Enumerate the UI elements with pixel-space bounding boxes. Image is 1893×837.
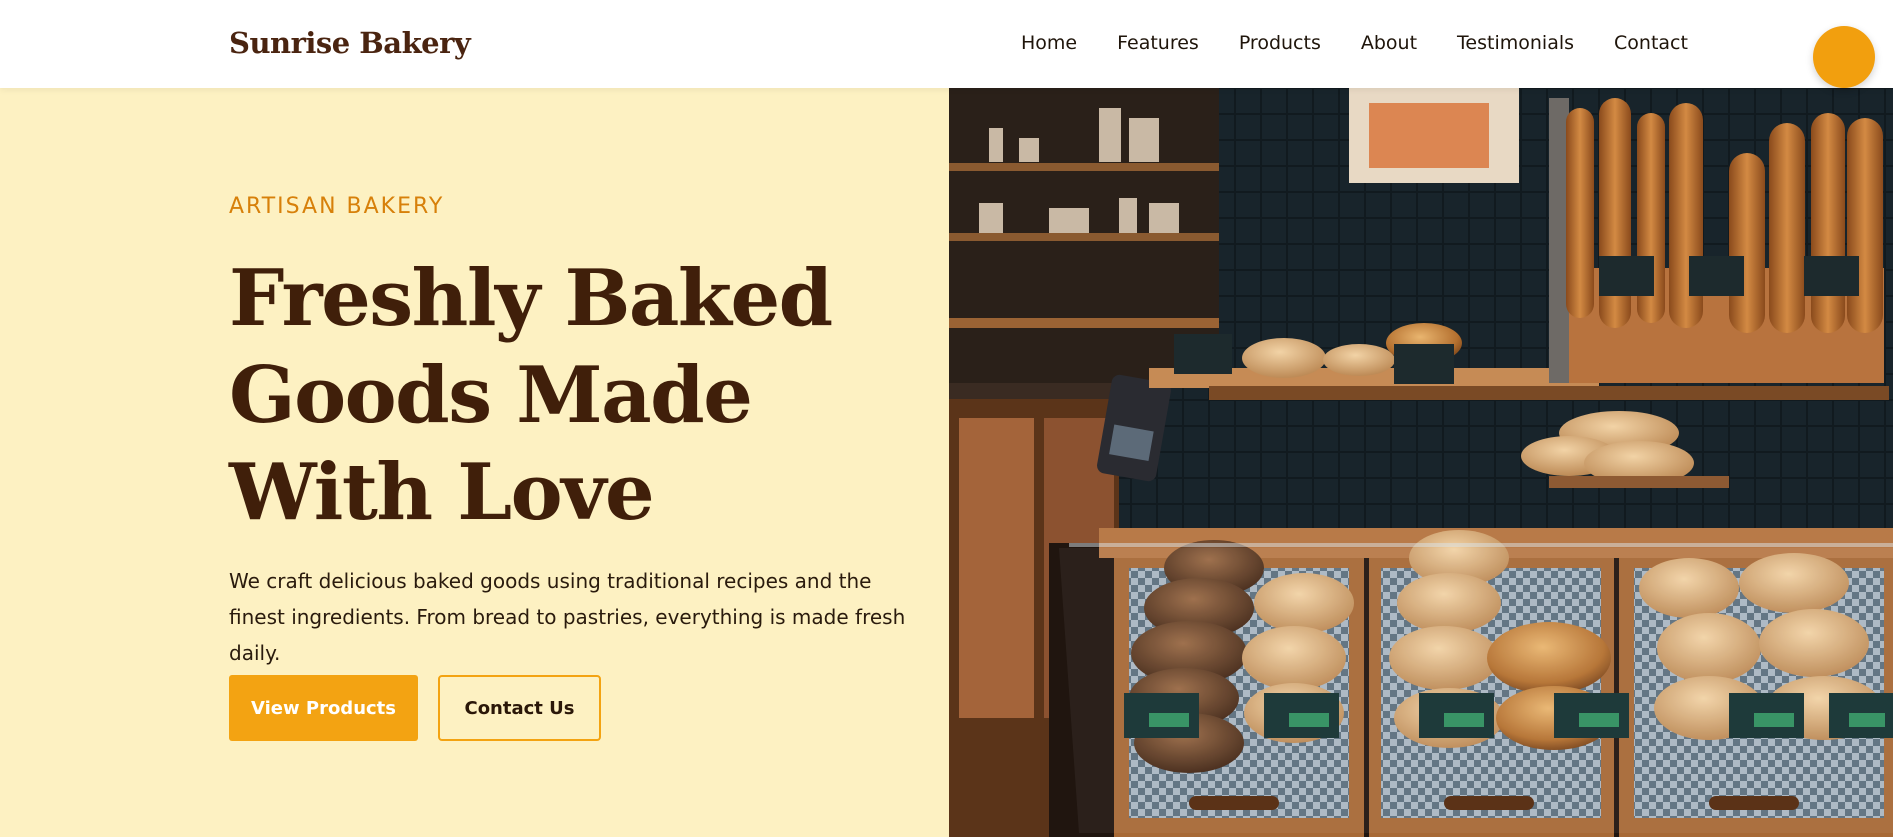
nav-about[interactable]: About xyxy=(1361,32,1417,54)
brand-logo[interactable]: Sunrise Bakery xyxy=(229,26,471,60)
nav-testimonials[interactable]: Testimonials xyxy=(1457,32,1574,54)
bakery-display-illustration xyxy=(949,88,1893,837)
view-products-button[interactable]: View Products xyxy=(229,675,418,741)
main-nav: Home Features Products About Testimonial… xyxy=(1021,32,1688,54)
hero-description: We craft delicious baked goods using tra… xyxy=(229,569,906,665)
nav-features[interactable]: Features xyxy=(1117,32,1199,54)
hero-title: Freshly Baked Goods Made With Love xyxy=(229,253,833,538)
nav-products[interactable]: Products xyxy=(1239,32,1321,54)
hero-eyebrow: ARTISAN BAKERY xyxy=(229,194,445,219)
nav-home[interactable]: Home xyxy=(1021,32,1077,54)
contact-us-button[interactable]: Contact Us xyxy=(438,675,601,741)
floating-action-button[interactable] xyxy=(1813,26,1875,88)
site-header: Sunrise Bakery Home Features Products Ab… xyxy=(0,0,1893,88)
hero-section: ARTISAN BAKERY Freshly Baked Goods Made … xyxy=(0,88,949,837)
hero-bakery-image xyxy=(949,88,1893,837)
nav-contact[interactable]: Contact xyxy=(1614,32,1688,54)
